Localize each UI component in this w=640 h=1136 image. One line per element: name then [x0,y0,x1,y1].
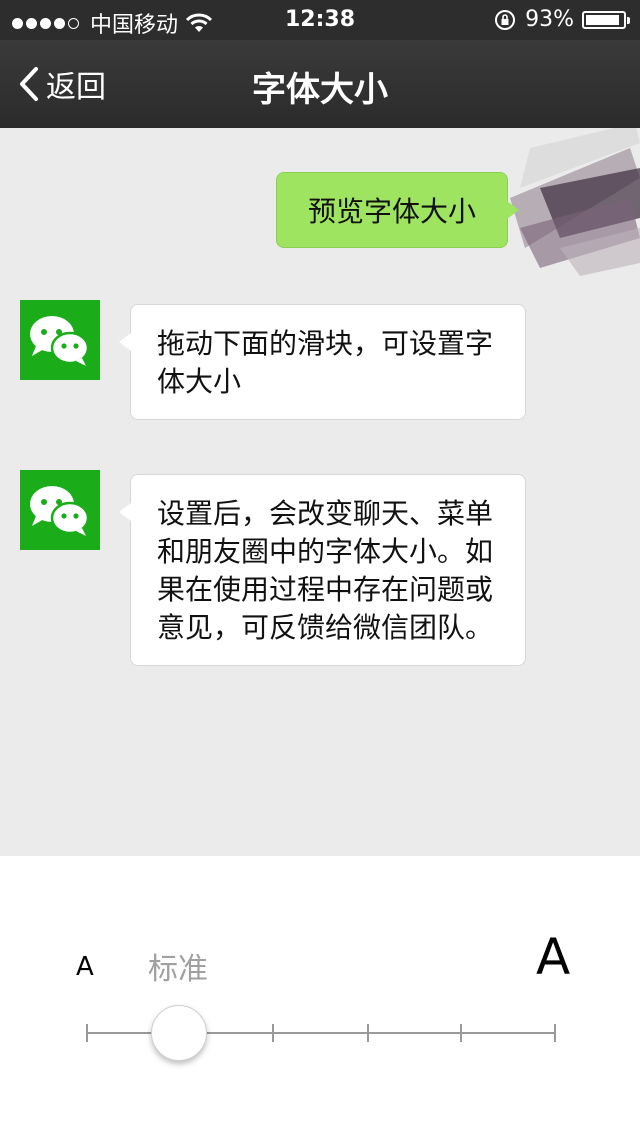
navigation-bar: 返回 字体大小 [0,40,640,128]
battery-level [586,14,620,25]
status-right: 93% [493,7,630,32]
slider-tick[interactable] [86,1024,88,1042]
avatar [20,300,100,380]
wechat-logo-icon [30,316,90,366]
slider-tick[interactable] [460,1024,462,1042]
chat-preview-area: 预览字体大小 拖动下面的滑块，可设置字体大小 设置后，会改变聊天、菜单和朋友圈中… [0,128,640,856]
rotation-lock-icon [495,9,516,30]
outgoing-message-bubble: 预览字体大小 [276,172,519,248]
wechat-logo-icon [30,486,90,536]
slider-tick[interactable] [272,1024,274,1042]
slider-tick[interactable] [367,1024,369,1042]
font-size-panel: A 标准 A [0,856,640,1136]
font-size-slider-thumb[interactable] [151,1005,207,1061]
avatar [20,470,100,550]
battery-percent: 93% [525,7,574,32]
current-size-label: 标准 [148,952,208,987]
battery-icon [582,10,630,29]
large-font-label: A [536,928,571,986]
slider-tick[interactable] [554,1024,556,1042]
brush-stroke-decoration [510,128,640,276]
status-bar: 中国移动 12:38 93% [0,0,640,40]
battery-tip [627,16,630,24]
incoming-message-bubble: 设置后，会改变聊天、菜单和朋友圈中的字体大小。如果在使用过程中存在问题或意见，可… [119,474,526,666]
incoming-message-bubble: 拖动下面的滑块，可设置字体大小 [119,304,526,420]
small-font-label: A [76,952,94,982]
page-title: 字体大小 [252,70,388,110]
